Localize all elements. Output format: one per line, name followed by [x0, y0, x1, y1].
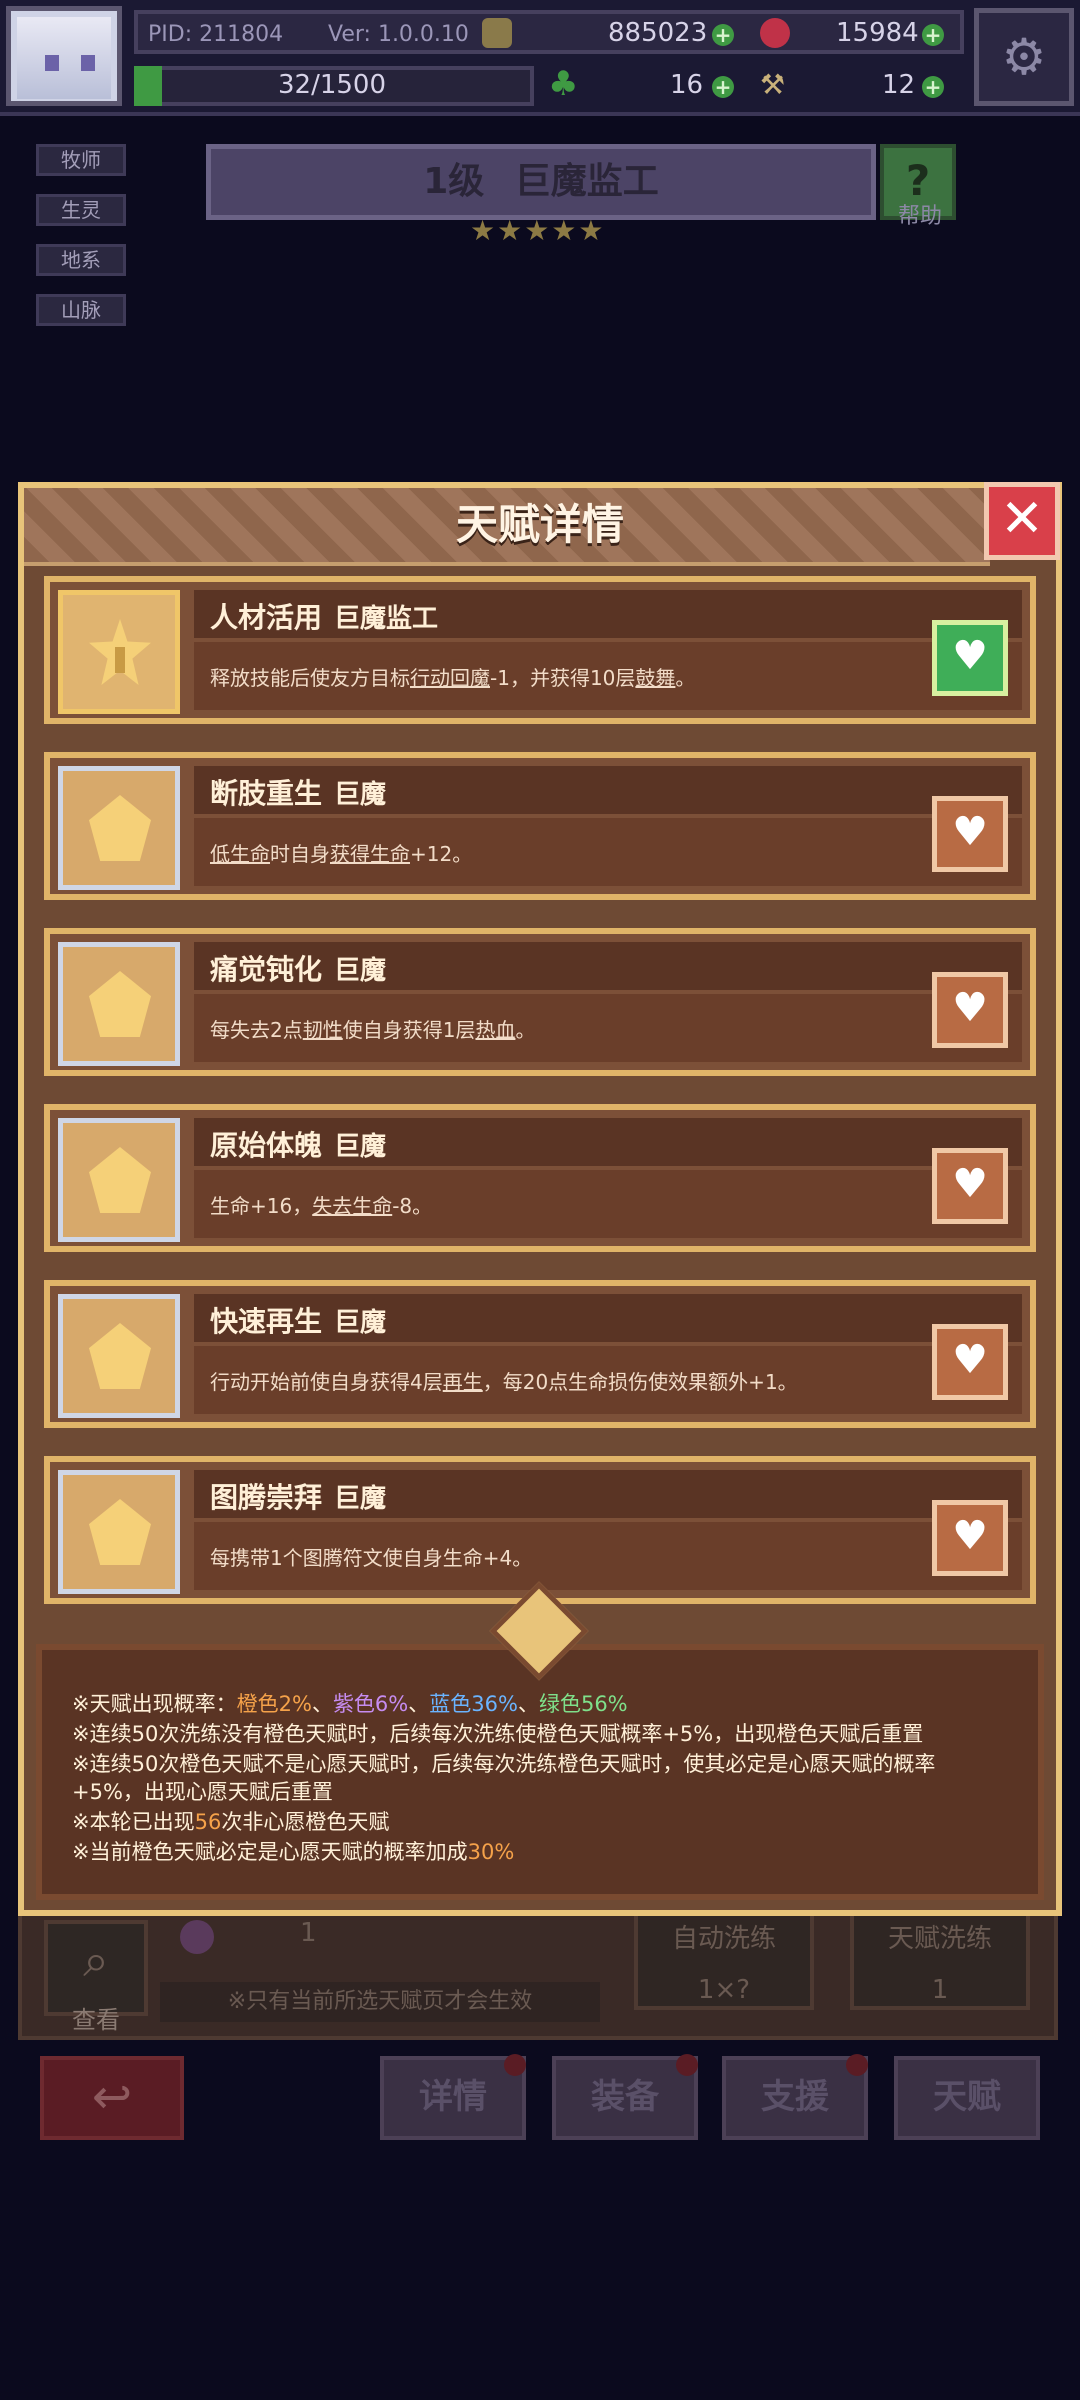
- talent-race: 巨魔: [334, 1308, 387, 1338]
- talent-wash-cost: 1: [931, 1975, 949, 2005]
- clover-count: 16: [670, 70, 704, 100]
- talent-name: 痛觉钝化: [210, 953, 323, 986]
- coin-icon: [482, 18, 512, 48]
- talent-wash-button[interactable]: 天赋洗练 1: [850, 1912, 1030, 2010]
- talent-race: 巨魔: [334, 956, 387, 986]
- add-coin-icon[interactable]: +: [712, 24, 734, 46]
- coin-count: 885023: [608, 18, 708, 48]
- talent-crown-icon: [58, 1118, 180, 1242]
- tab-support[interactable]: 支援: [722, 2054, 868, 2140]
- tab-talent[interactable]: 天赋: [894, 2056, 1040, 2140]
- clover-icon: ♣: [548, 64, 579, 104]
- tag-class: 牧师: [36, 144, 126, 176]
- talent-card[interactable]: 快速再生 巨魔 行动开始前使自身获得4层再生，每20点生命损伤使效果额外+1。 ♥: [44, 1280, 1036, 1428]
- talent-star-icon: [58, 590, 180, 714]
- tag-type: 生灵: [36, 194, 126, 226]
- tab-support-label: 支援: [761, 2077, 829, 2117]
- info-line-pity-orange: ※连续50次洗练没有橙色天赋时，后续每次洗练使橙色天赋概率+5%，出现橙色天赋后…: [72, 1722, 924, 1746]
- potion-count: 1: [300, 1918, 317, 1948]
- talent-name: 快速再生: [210, 1305, 323, 1338]
- tag-element: 地系: [36, 244, 126, 276]
- wish-heart-icon[interactable]: ♥: [932, 1148, 1008, 1224]
- close-button[interactable]: ✕: [984, 482, 1060, 560]
- star-rating: ★★★★★: [470, 214, 606, 247]
- settings-gear-icon[interactable]: ⚙: [974, 8, 1074, 106]
- potion-icon: [180, 1920, 214, 1954]
- talent-desc: 低生命时自身获得生命+12。: [210, 842, 473, 866]
- tab-talent-label: 天赋: [933, 2077, 1001, 2117]
- version-label: Ver: 1.0.0.10: [328, 22, 469, 47]
- wish-heart-icon[interactable]: ♥: [932, 1324, 1008, 1400]
- add-clover-icon[interactable]: +: [712, 76, 734, 98]
- talent-desc: 每失去2点韧性使自身获得1层热血。: [210, 1018, 536, 1042]
- talent-desc: 释放技能后使友方目标行动回魔-1，并获得10层鼓舞。: [210, 666, 696, 690]
- talent-name: 断肢重生: [210, 777, 323, 810]
- info-line-bonus: ※当前橙色天赋必定是心愿天赋的概率加成30%: [72, 1840, 515, 1864]
- talent-name: 原始体魄: [210, 1129, 323, 1162]
- talent-card[interactable]: 断肢重生 巨魔 低生命时自身获得生命+12。 ♥: [44, 752, 1036, 900]
- talent-race: 巨魔监工: [334, 604, 439, 634]
- info-line-pity-wish: ※连续50次橙色天赋不是心愿天赋时，后续每次洗练橙色天赋时，使其必定是心愿天赋的…: [72, 1752, 936, 1776]
- add-gem-icon[interactable]: +: [922, 24, 944, 46]
- page-note: ※只有当前所选天赋页才会生效: [160, 1982, 600, 2022]
- talent-race: 巨魔: [334, 1132, 387, 1162]
- talent-name: 图腾崇拜: [210, 1481, 323, 1514]
- character-name: 巨魔监工: [514, 161, 659, 202]
- probability-line: ※天赋出现概率：橙色2%、紫色6%、蓝色36%、绿色56%: [72, 1692, 628, 1716]
- wish-heart-icon[interactable]: ♥: [932, 1500, 1008, 1576]
- talent-desc: 每携带1个图腾符文使自身生命+4。: [210, 1546, 533, 1570]
- gem-icon: [760, 18, 790, 48]
- talent-crown-icon: [58, 1294, 180, 1418]
- info-line-count: ※本轮已出现56次非心愿橙色天赋: [72, 1810, 390, 1834]
- modal-title: 天赋详情: [455, 500, 624, 549]
- stamina-fill: [134, 66, 162, 106]
- auto-wash-label: 自动洗练: [671, 1924, 776, 1954]
- wish-heart-icon[interactable]: ♥: [932, 972, 1008, 1048]
- character-banner: 1级 巨魔监工: [206, 144, 876, 220]
- tag-terrain: 山脉: [36, 294, 126, 326]
- talent-card[interactable]: 人材活用 巨魔监工 释放技能后使友方目标行动回魔-1，并获得10层鼓舞。 ♥: [44, 576, 1036, 724]
- auto-wash-cost: 1×?: [697, 1975, 751, 2005]
- wish-heart-icon[interactable]: ♥: [932, 796, 1008, 872]
- auto-wash-button[interactable]: 自动洗练 1×?: [634, 1912, 814, 2010]
- player-id: PID: 211804: [148, 22, 284, 47]
- tab-detail[interactable]: 详情: [380, 2054, 526, 2140]
- wish-heart-icon[interactable]: ♥: [932, 620, 1008, 696]
- character-level: 1级: [423, 161, 485, 202]
- tab-equip[interactable]: 装备: [552, 2054, 698, 2140]
- talent-race: 巨魔: [334, 780, 387, 810]
- player-avatar[interactable]: [6, 6, 122, 106]
- talent-card[interactable]: 痛觉钝化 巨魔 每失去2点韧性使自身获得1层热血。 ♥: [44, 928, 1036, 1076]
- look-label: 查看: [72, 2006, 120, 2034]
- talent-crown-icon: [58, 766, 180, 890]
- tab-detail-label: 详情: [419, 2077, 487, 2117]
- shovel-count: 12: [882, 70, 916, 100]
- gem-count: 15984: [836, 18, 919, 48]
- stamina-value: 32/1500: [278, 70, 387, 100]
- talent-desc: 生命+16，失去生命-8。: [210, 1194, 433, 1218]
- talent-name: 人材活用: [210, 601, 323, 634]
- talent-desc: 行动开始前使自身获得4层再生，每20点生命损伤使效果额外+1。: [210, 1370, 798, 1394]
- talent-crown-icon: [58, 1470, 180, 1594]
- tab-equip-label: 装备: [591, 2077, 659, 2117]
- talent-wash-label: 天赋洗练: [887, 1924, 992, 1954]
- talent-crown-icon: [58, 942, 180, 1066]
- help-label: 帮助: [897, 204, 942, 229]
- info-line-pity-wish-cont: +5%，出现心愿天赋后重置: [72, 1780, 333, 1804]
- talent-race: 巨魔: [334, 1484, 387, 1514]
- talent-card[interactable]: 原始体魄 巨魔 生命+16，失去生命-8。 ♥: [44, 1104, 1036, 1252]
- back-button[interactable]: ↩: [40, 2056, 184, 2140]
- shovel-icon: ⚒: [760, 68, 786, 101]
- add-shovel-icon[interactable]: +: [922, 76, 944, 98]
